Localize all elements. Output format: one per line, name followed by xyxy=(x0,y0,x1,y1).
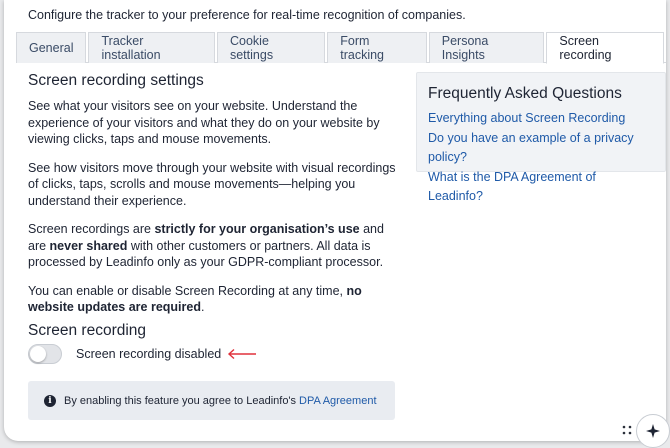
grip-dots-icon[interactable] xyxy=(622,422,632,440)
dpa-agreement-link[interactable]: DPA Agreement xyxy=(299,395,376,407)
recording-toggle-row: Screen recording disabled xyxy=(28,344,257,364)
tab-persona-insights[interactable]: Persona Insights xyxy=(428,32,545,63)
privacy-emphasis-2: never shared xyxy=(49,238,128,253)
privacy-paragraph: Screen recordings are strictly for your … xyxy=(28,221,398,271)
sparkle-icon xyxy=(646,424,660,438)
settings-content: Screen recording settings See what your … xyxy=(28,72,398,328)
faq-title: Frequently Asked Questions xyxy=(428,85,622,102)
enable-text-1: You can enable or disable Screen Recordi… xyxy=(28,283,347,298)
faq-link-screen-recording[interactable]: Everything about Screen Recording xyxy=(428,109,654,129)
tab-tracker-installation[interactable]: Tracker installation xyxy=(88,32,215,63)
sparkle-assistant-button[interactable] xyxy=(636,414,670,448)
info-icon: i xyxy=(44,394,56,407)
tab-screen-recording[interactable]: Screen recording xyxy=(546,32,664,64)
tab-cookie-settings[interactable]: Cookie settings xyxy=(216,32,326,63)
toggle-status-label: Screen recording disabled xyxy=(76,347,222,361)
description-paragraph-2: See how visitors move through your websi… xyxy=(28,160,396,208)
settings-title: Screen recording settings xyxy=(28,72,204,89)
faq-link-dpa-agreement[interactable]: What is the DPA Agreement of Leadinfo? xyxy=(428,168,654,207)
screen-recording-toggle[interactable] xyxy=(28,344,62,364)
tab-form-tracking[interactable]: Form tracking xyxy=(327,32,427,63)
dpa-notice: i By enabling this feature you agree to … xyxy=(28,381,395,420)
privacy-emphasis-1: strictly for your organisation’s use xyxy=(154,222,360,236)
privacy-text-1: Screen recordings are xyxy=(28,222,155,236)
faq-panel: Frequently Asked Questions Everything ab… xyxy=(416,72,666,203)
notice-text: By enabling this feature you agree to Le… xyxy=(64,394,297,407)
description-paragraph-1: See what your visitors see on your websi… xyxy=(28,99,380,146)
settings-tabs: General Tracker installation Cookie sett… xyxy=(16,32,666,64)
tab-general[interactable]: General xyxy=(16,32,87,63)
app-window: Configure the tracker to your preference… xyxy=(4,0,666,441)
recording-section-title: Screen recording xyxy=(28,322,147,339)
enable-text-2: . xyxy=(200,300,205,314)
enable-paragraph: You can enable or disable Screen Recordi… xyxy=(28,283,398,316)
annotation-arrow-icon xyxy=(227,348,257,360)
toggle-knob xyxy=(30,346,46,362)
faq-link-privacy-policy[interactable]: Do you have an example of a privacy poli… xyxy=(428,129,654,168)
intro-text: Configure the tracker to your preference… xyxy=(28,8,466,22)
